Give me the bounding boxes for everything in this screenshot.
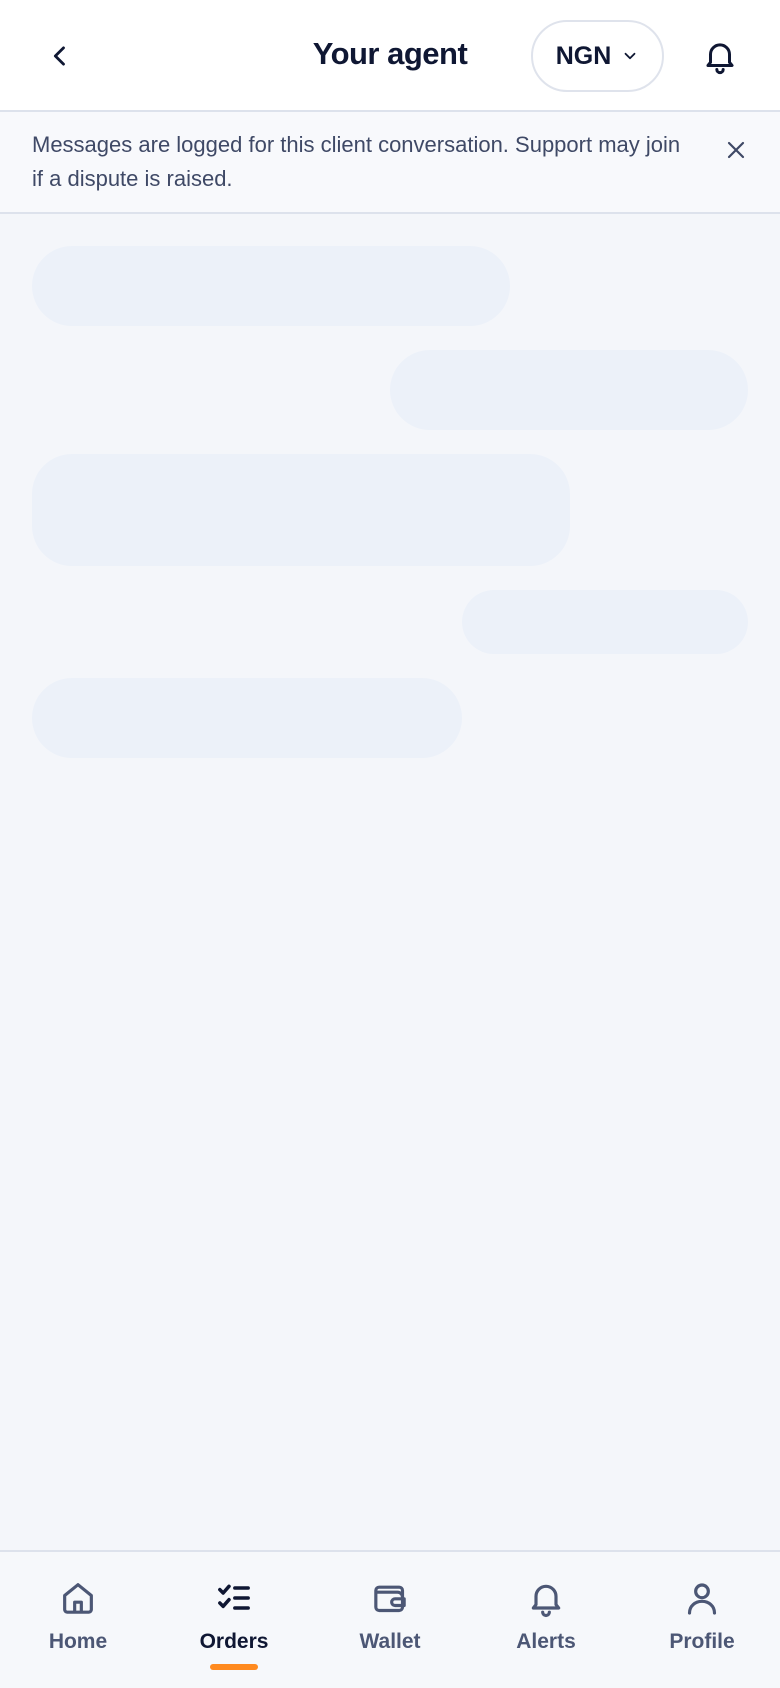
currency-selector[interactable]: NGN — [531, 20, 664, 92]
user-icon — [687, 1583, 717, 1615]
chat-screen: Your agent NGN Messages are logged for t… — [0, 0, 780, 1688]
nav-label-home: Home — [48, 1630, 108, 1653]
skeleton-message-outgoing — [390, 350, 748, 430]
chevron-down-icon — [624, 52, 636, 60]
close-icon — [727, 141, 745, 159]
checklist-icon — [218, 1584, 250, 1610]
skeleton-message-incoming — [32, 454, 570, 566]
active-tab-indicator — [210, 1664, 258, 1670]
skeleton-message-incoming — [32, 678, 462, 758]
skeleton-message-incoming — [32, 246, 510, 326]
nav-label-alerts: Alerts — [516, 1630, 576, 1653]
bell-icon — [531, 1584, 561, 1617]
nav-label-wallet: Wallet — [359, 1630, 421, 1653]
nav-label-profile: Profile — [669, 1630, 735, 1653]
home-icon — [63, 1583, 93, 1614]
app-header: Your agent NGN — [0, 0, 780, 112]
nav-item-alerts[interactable]: Alerts — [468, 1552, 624, 1688]
bell-icon — [706, 43, 734, 75]
nav-label-orders: Orders — [199, 1630, 269, 1653]
bottom-nav: Home Orders Wallet Alerts Profile — [0, 1550, 780, 1688]
back-button[interactable] — [36, 32, 84, 80]
nav-item-orders[interactable]: Orders — [156, 1552, 312, 1688]
logging-notice: Messages are logged for this client conv… — [0, 112, 780, 214]
skeleton-message-outgoing — [462, 590, 748, 654]
notice-text: Messages are logged for this client conv… — [32, 132, 681, 191]
notifications-button[interactable] — [696, 32, 744, 80]
nav-item-wallet[interactable]: Wallet — [312, 1552, 468, 1688]
nav-item-home[interactable]: Home — [0, 1552, 156, 1688]
nav-item-profile[interactable]: Profile — [624, 1552, 780, 1688]
chevron-left-icon — [53, 46, 65, 66]
wallet-icon — [374, 1585, 406, 1613]
currency-label: NGN — [555, 41, 612, 70]
notice-close-button[interactable] — [716, 130, 756, 170]
